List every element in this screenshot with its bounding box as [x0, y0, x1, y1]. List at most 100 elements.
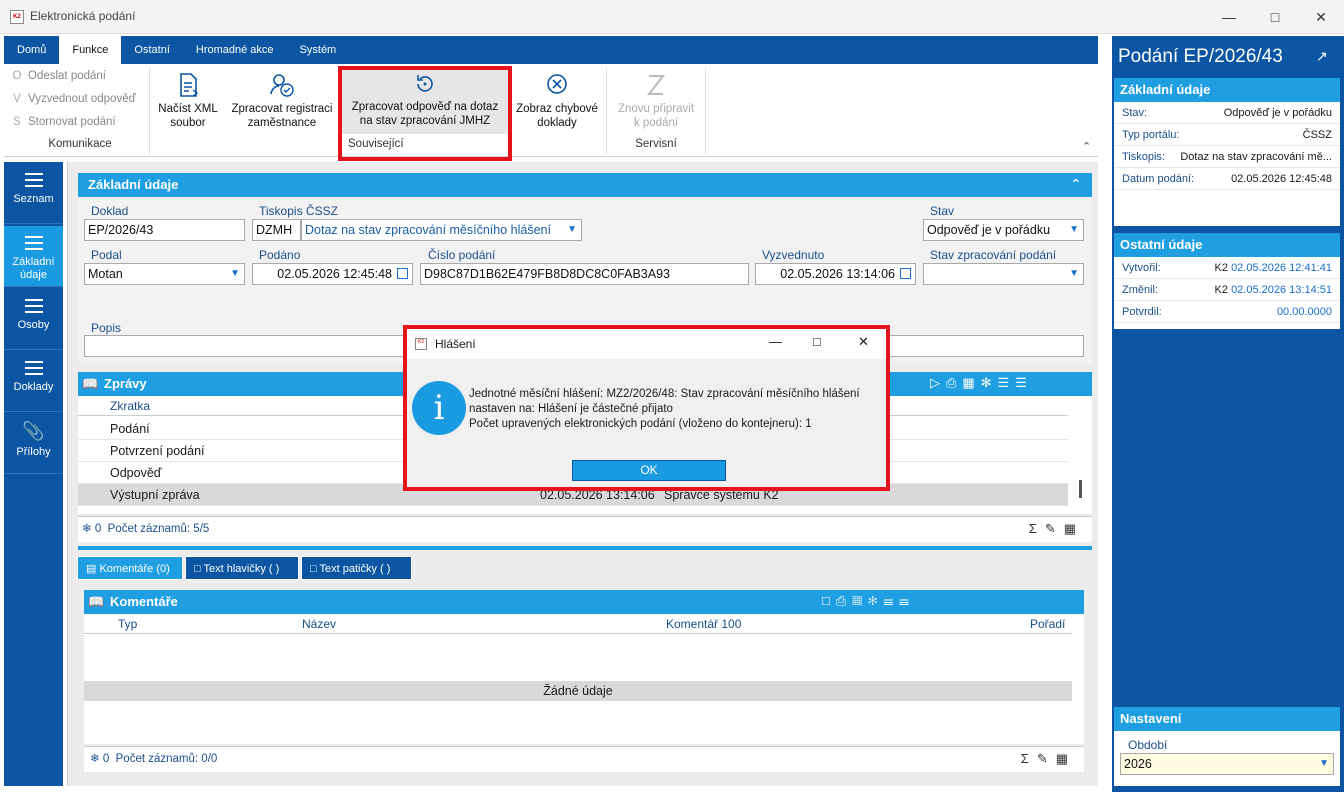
dropdown-icon: ▼	[1069, 224, 1079, 235]
snowflake-icon: ❄	[82, 523, 92, 535]
popis-label: Popis	[91, 321, 122, 335]
list-icon	[24, 361, 43, 375]
window-title: Elektronická podání	[30, 9, 136, 23]
splitter[interactable]	[78, 546, 1092, 550]
dialog-message-line1: Jednotné měsíční hlášení: MZ2/2026/48: S…	[469, 388, 860, 400]
stornovat-podani-button[interactable]: S Stornovat podání	[10, 116, 115, 128]
doc-icon: □	[194, 563, 201, 575]
xml-file-icon	[180, 73, 199, 97]
menu-ostatni[interactable]: Ostatní	[121, 36, 182, 64]
cislo-field[interactable]: D98C87D1B62E479FB8D8DC8C0FAB3A93	[420, 263, 749, 285]
popout-icon[interactable]: ↗	[1316, 48, 1328, 65]
dialog-message-line2: nastaven na: Hlášení je částečné přijato	[469, 403, 673, 415]
group-servisni: Servisní	[635, 138, 677, 150]
section-rp-ostatni: Ostatní údaje	[1114, 233, 1340, 257]
stav-field[interactable]: Odpověď je v pořádku ▼	[923, 219, 1084, 241]
book-icon: 📖	[88, 594, 105, 609]
cislo-label: Číslo podání	[428, 248, 496, 262]
collapse-ribbon-icon[interactable]: ⌃	[1082, 140, 1091, 153]
grid-toolbar-icons[interactable]: □⎙▦✻☰☰	[822, 593, 915, 609]
ok-button[interactable]: OK	[572, 460, 726, 481]
nav-zakladni-udaje[interactable]: Základní údaje	[4, 226, 63, 287]
list-icon	[24, 236, 43, 250]
znovu-pripravit-button[interactable]: Znovu připravit k podání	[610, 68, 702, 130]
comment-icon: ▤	[86, 563, 97, 575]
menu-domu[interactable]: Domů	[4, 36, 59, 64]
dialog-maximize-button[interactable]: □	[813, 334, 821, 349]
tiskopis-label: Tiskopis ČSSZ	[259, 204, 338, 218]
col-nazev: Název	[302, 617, 337, 631]
dialog-close-button[interactable]: ✕	[858, 334, 869, 350]
snowflake-icon: ❄	[90, 753, 100, 765]
dropdown-icon: ▼	[1319, 758, 1329, 769]
right-panel-title: Podání EP/2026/43	[1118, 46, 1283, 67]
message-dialog: K2 Hlášení — □ ✕ i Jednotné měsíční hláš…	[403, 325, 890, 491]
podano-label: Podáno	[259, 248, 301, 262]
menu-bar: Domů Funkce Ostatní Hromadné akce Systém	[4, 36, 1098, 64]
zpracovat-odpoved-button[interactable]: Zpracovat odpověď na dotaz na stav zpraco…	[342, 68, 508, 128]
menu-system[interactable]: Systém	[287, 36, 350, 64]
title-bar: K2 Elektronická podání — □ ✕	[0, 0, 1344, 34]
nav-doklady[interactable]: Doklady	[4, 351, 63, 412]
doklad-label: Doklad	[91, 204, 129, 218]
nav-seznam[interactable]: Seznam	[4, 163, 63, 224]
dropdown-icon: ▼	[1069, 268, 1079, 279]
refresh-icon	[417, 75, 433, 92]
komentare-footer: ❄ 0 Počet záznamů: 0/0 Σ✎▦	[84, 746, 1084, 772]
menu-hromadne-akce[interactable]: Hromadné akce	[183, 36, 287, 64]
dialog-message-line3: Počet upravených elektronických podání (…	[469, 418, 812, 430]
rp-stav: Stav: Odpověď je v pořádku	[1114, 102, 1340, 124]
z-letter-icon	[646, 75, 666, 95]
group-komunikace: Komunikace	[48, 138, 112, 150]
stav-zpracovani-label: Stav zpracování podání	[930, 248, 1057, 262]
zpravy-footer: ❄ 0 Počet záznamů: 5/5 Σ✎▦	[78, 516, 1092, 542]
rp-vytvoril: Vytvořil: K2 02.05.2026 12:41:41	[1114, 257, 1340, 279]
tab-text-hlavicky[interactable]: □ Text hlavičky ( )	[185, 556, 299, 580]
rp-typ-portalu: Typ portálu: ČSSZ	[1114, 124, 1340, 146]
minimize-button[interactable]: —	[1206, 0, 1252, 34]
tab-komentare[interactable]: ▤ Komentáře (0)	[77, 556, 183, 580]
calendar-icon	[900, 268, 911, 279]
maximize-button[interactable]: □	[1252, 0, 1298, 34]
footer-tools-icons[interactable]: Σ✎▦	[1029, 517, 1084, 541]
nav-prilohy[interactable]: 📎 Přílohy	[4, 413, 63, 474]
calendar-icon	[397, 268, 408, 279]
doklad-field[interactable]: EP/2026/43	[84, 219, 245, 241]
book-icon: 📖	[82, 376, 99, 391]
odeslat-podani-button[interactable]: O Odeslat podání	[10, 70, 107, 82]
app-logo: K2	[10, 10, 24, 24]
error-doc-icon	[547, 74, 567, 94]
dropdown-icon: ▼	[567, 224, 577, 235]
grid-toolbar-icons[interactable]: ▷⎙▦✻☰☰	[930, 375, 1033, 391]
tiskopis-code-field[interactable]: DZMH	[252, 219, 301, 241]
tiskopis-name-field[interactable]: Dotaz na stav zpracování měsíčního hláše…	[301, 219, 582, 241]
collapse-icon[interactable]: ⌃	[1070, 176, 1082, 193]
close-button[interactable]: ✕	[1298, 0, 1344, 34]
scrollbar[interactable]	[1079, 480, 1082, 498]
nacist-xml-button[interactable]: Načíst XML soubor	[154, 68, 222, 130]
zpracovat-registraci-button[interactable]: Zpracovat registraci zaměstnance	[226, 68, 338, 130]
podal-field[interactable]: Motan ▼	[84, 263, 245, 285]
rp-datum: Datum podání: 02.05.2026 12:45:48	[1114, 168, 1340, 190]
user-check-icon	[270, 74, 294, 97]
rp-tiskopis: Tiskopis: Dotaz na stav zpracování mě...	[1114, 146, 1340, 168]
info-icon: i	[412, 381, 466, 435]
dialog-minimize-button[interactable]: —	[769, 334, 782, 349]
podano-field[interactable]: 02.05.2026 12:45:48	[252, 263, 413, 285]
obdobi-field[interactable]: 2026 ▼	[1120, 753, 1334, 775]
dropdown-icon: ▼	[230, 268, 240, 279]
zobraz-chybove-button[interactable]: Zobraz chybové doklady	[512, 68, 602, 130]
menu-funkce[interactable]: Funkce	[59, 36, 122, 64]
vyzvednuto-field[interactable]: 02.05.2026 13:14:06	[755, 263, 916, 285]
doc-icon: □	[310, 563, 317, 575]
dialog-title: Hlášení	[435, 337, 476, 351]
tab-text-paticky[interactable]: □ Text patičky ( )	[301, 556, 412, 580]
stav-zpracovani-field[interactable]: ▼	[923, 263, 1084, 285]
stav-label: Stav	[930, 204, 955, 218]
podal-label: Podal	[91, 248, 122, 262]
rp-potvrdil: Potvrdil: 00.00.0000	[1114, 301, 1340, 323]
footer-tools-icons[interactable]: Σ✎▦	[1021, 747, 1076, 771]
section-komentare: Komentáře	[84, 590, 1084, 614]
vyzvednout-odpoved-button[interactable]: V Vyzvednout odpověď	[10, 93, 136, 105]
nav-osoby[interactable]: Osoby	[4, 289, 63, 350]
